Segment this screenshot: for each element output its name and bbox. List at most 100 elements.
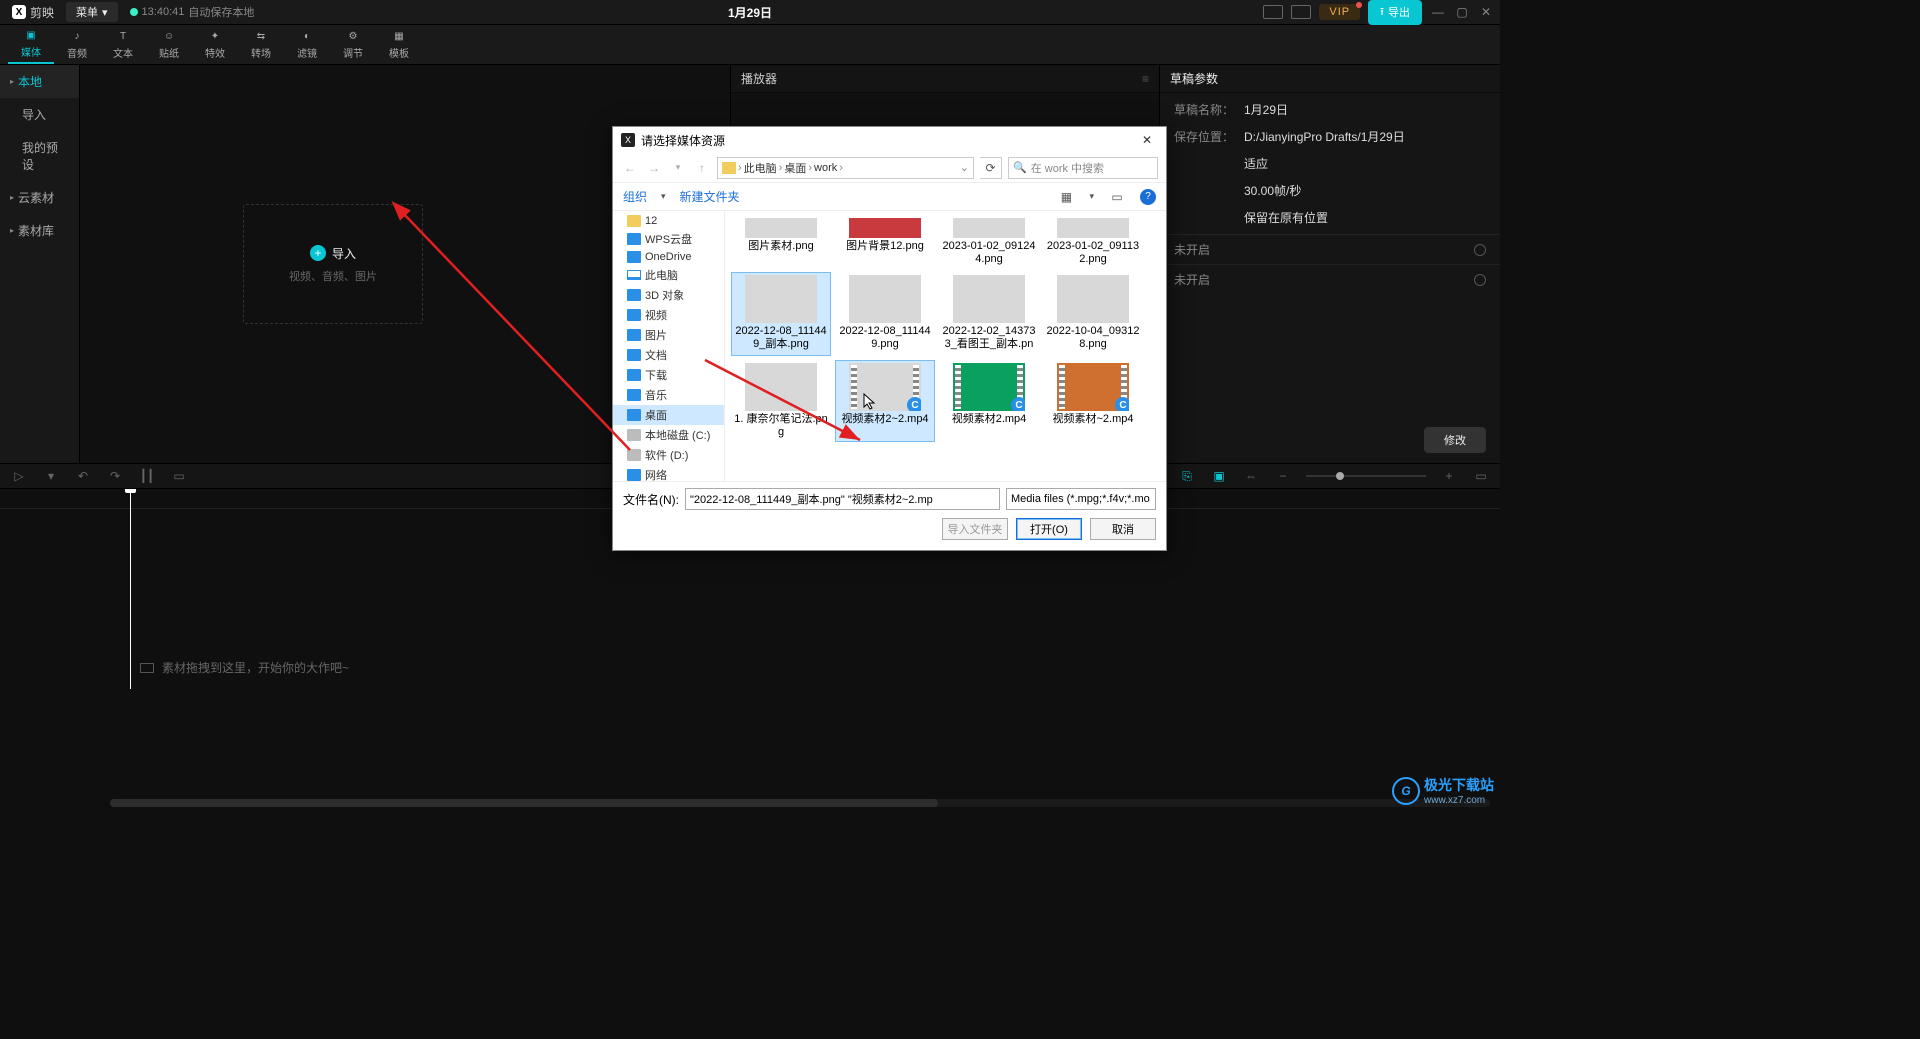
- tree-node-音乐[interactable]: 音乐: [613, 385, 724, 405]
- nav-forward-icon[interactable]: →: [645, 159, 663, 177]
- import-sublabel: 视频、音频、图片: [289, 268, 377, 284]
- tree-node-WPS云盘[interactable]: WPS云盘: [613, 229, 724, 249]
- playhead[interactable]: [130, 489, 131, 689]
- import-dropzone[interactable]: + 导入 视频、音频、图片: [243, 204, 423, 324]
- zoom-out-icon[interactable]: −: [1274, 467, 1292, 485]
- file-item[interactable]: C视频素材~2.mp4: [1043, 360, 1143, 441]
- file-item[interactable]: 2022-12-02_143733_看图王_副本.png: [939, 272, 1039, 356]
- video-thumbnail: C: [1057, 363, 1129, 411]
- minimize-button[interactable]: —: [1430, 4, 1446, 20]
- nav-up-icon[interactable]: ↑: [693, 159, 711, 177]
- timeline-scrollbar[interactable]: [110, 799, 1490, 807]
- preview-pane-icon[interactable]: ▭: [1108, 190, 1126, 204]
- file-item[interactable]: 2022-12-08_111449_副本.png: [731, 272, 831, 356]
- tree-node-图片[interactable]: 图片: [613, 325, 724, 345]
- player-menu-icon[interactable]: ≡: [1142, 72, 1149, 86]
- sidebar-item-素材库[interactable]: ▸素材库: [0, 214, 79, 247]
- filetype-filter[interactable]: [1006, 488, 1156, 510]
- zoom-slider[interactable]: [1306, 475, 1426, 477]
- organize-menu[interactable]: 组织: [623, 188, 647, 205]
- cancel-button[interactable]: 取消: [1090, 518, 1156, 540]
- sidebar-item-导入[interactable]: 导入: [0, 98, 79, 131]
- tab-icon: ▦: [390, 29, 408, 43]
- open-button[interactable]: 打开(O): [1016, 518, 1082, 540]
- dialog-folder-tree[interactable]: 12WPS云盘OneDrive此电脑3D 对象视频图片文档下载音乐桌面本地磁盘 …: [613, 211, 725, 481]
- nav-back-icon[interactable]: ←: [621, 159, 639, 177]
- tool-tab-媒体[interactable]: ▣媒体: [8, 25, 54, 64]
- tree-node-3D 对象[interactable]: 3D 对象: [613, 285, 724, 305]
- tree-node-下载[interactable]: 下载: [613, 365, 724, 385]
- tree-node-本地磁盘 (C:)[interactable]: 本地磁盘 (C:): [613, 425, 724, 445]
- file-name: 2022-10-04_093128.png: [1046, 325, 1140, 350]
- collapse-row-1[interactable]: 未开启: [1160, 234, 1500, 264]
- fit-icon[interactable]: ▭: [1472, 467, 1490, 485]
- chevron-down-icon[interactable]: ▾: [42, 467, 60, 485]
- dialog-search-input[interactable]: 🔍 在 work 中搜索: [1008, 157, 1158, 179]
- tool-tab-特效[interactable]: ✦特效: [192, 25, 238, 64]
- file-item[interactable]: 2023-01-02_091132.png: [1043, 215, 1143, 268]
- redo-icon[interactable]: ↷: [106, 467, 124, 485]
- delete-icon[interactable]: ▭: [170, 467, 188, 485]
- tool-tab-转场[interactable]: ⇆转场: [238, 25, 284, 64]
- breadcrumb[interactable]: › 此电脑 › 桌面 › work › ⌄: [717, 157, 974, 179]
- file-item[interactable]: 1. 康奈尔笔记法.png: [731, 360, 831, 441]
- breadcrumb-item[interactable]: work: [814, 162, 837, 174]
- tree-node-网络[interactable]: 网络: [613, 465, 724, 481]
- modify-button[interactable]: 修改: [1424, 427, 1486, 453]
- layout-icon[interactable]: [1291, 5, 1311, 19]
- new-folder-button[interactable]: 新建文件夹: [680, 188, 740, 205]
- pointer-tool-icon[interactable]: ▷: [10, 467, 28, 485]
- dialog-file-grid[interactable]: 图片素材.png图片背景12.png2023-01-02_091244.png2…: [725, 211, 1166, 481]
- tool-tab-调节[interactable]: ⚙调节: [330, 25, 376, 64]
- dialog-close-button[interactable]: ✕: [1136, 131, 1158, 149]
- refresh-button[interactable]: ⟳: [980, 157, 1002, 179]
- file-item[interactable]: 2023-01-02_091244.png: [939, 215, 1039, 268]
- tool-tab-滤镜[interactable]: ◐滤镜: [284, 25, 330, 64]
- tree-node-软件 (D:)[interactable]: 软件 (D:): [613, 445, 724, 465]
- file-name: 2022-12-02_143733_看图王_副本.png: [942, 325, 1036, 353]
- shortcut-icon[interactable]: [1263, 5, 1283, 19]
- plus-icon: +: [310, 245, 326, 261]
- export-button[interactable]: ⭱ 导出: [1368, 0, 1422, 25]
- close-button[interactable]: ✕: [1478, 4, 1494, 20]
- image-thumbnail: [953, 218, 1025, 238]
- vip-badge[interactable]: VIP: [1319, 4, 1360, 20]
- tool-tab-模板[interactable]: ▦模板: [376, 25, 422, 64]
- sidebar-item-云素材[interactable]: ▸云素材: [0, 181, 79, 214]
- file-item[interactable]: C视频素材2.mp4: [939, 360, 1039, 441]
- sidebar-item-我的预设[interactable]: 我的预设: [0, 131, 79, 181]
- split-icon[interactable]: ┃┃: [138, 467, 156, 485]
- maximize-button[interactable]: ▢: [1454, 4, 1470, 20]
- tree-node-OneDrive[interactable]: OneDrive: [613, 249, 724, 265]
- import-folder-button[interactable]: 导入文件夹: [942, 518, 1008, 540]
- preview-icon[interactable]: ▣: [1210, 467, 1228, 485]
- tree-node-文档[interactable]: 文档: [613, 345, 724, 365]
- file-item[interactable]: 图片素材.png: [731, 215, 831, 268]
- tool-tab-贴纸[interactable]: ☺贴纸: [146, 25, 192, 64]
- nav-history-icon[interactable]: ▾: [669, 159, 687, 177]
- tree-node-视频[interactable]: 视频: [613, 305, 724, 325]
- collapse-row-2[interactable]: 未开启: [1160, 264, 1500, 294]
- link-icon[interactable]: ⎘: [1178, 467, 1196, 485]
- tree-node-桌面[interactable]: 桌面: [613, 405, 724, 425]
- file-item[interactable]: 2022-10-04_093128.png: [1043, 272, 1143, 356]
- undo-icon[interactable]: ↶: [74, 467, 92, 485]
- file-item[interactable]: C视频素材2~2.mp4: [835, 360, 935, 441]
- help-icon[interactable]: ?: [1140, 189, 1156, 205]
- tree-node-12[interactable]: 12: [613, 213, 724, 229]
- sidebar-item-本地[interactable]: ▸本地: [0, 65, 79, 98]
- tool-tab-文本[interactable]: T文本: [100, 25, 146, 64]
- breadcrumb-item[interactable]: 桌面: [784, 160, 806, 176]
- image-thumbnail: [953, 275, 1025, 323]
- scale-icon[interactable]: ⇔: [1242, 467, 1260, 485]
- file-item[interactable]: 图片背景12.png: [835, 215, 935, 268]
- main-menu-dropdown[interactable]: 菜单 ▾: [66, 2, 118, 22]
- tool-tab-音频[interactable]: ♪音频: [54, 25, 100, 64]
- chevron-down-icon[interactable]: ⌄: [960, 161, 969, 174]
- view-mode-icon[interactable]: ▦: [1057, 190, 1075, 204]
- filename-input[interactable]: [685, 488, 1000, 510]
- tree-node-此电脑[interactable]: 此电脑: [613, 265, 724, 285]
- breadcrumb-item[interactable]: 此电脑: [744, 160, 777, 176]
- file-item[interactable]: 2022-12-08_111449.png: [835, 272, 935, 356]
- zoom-in-icon[interactable]: +: [1440, 467, 1458, 485]
